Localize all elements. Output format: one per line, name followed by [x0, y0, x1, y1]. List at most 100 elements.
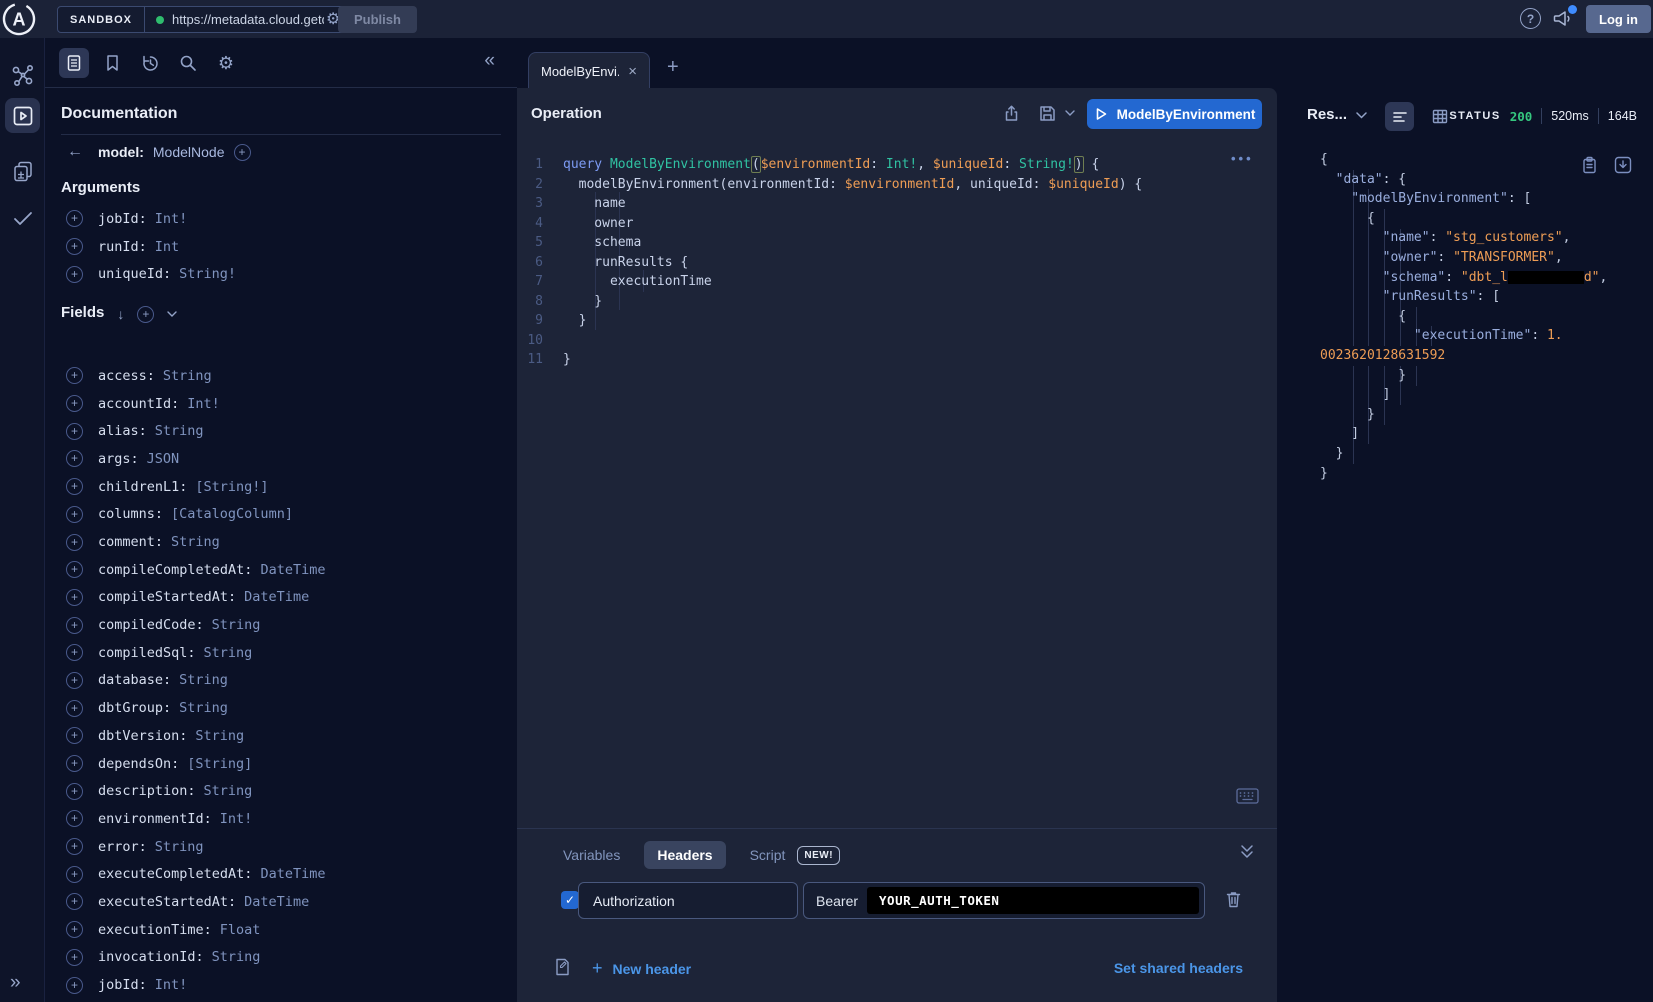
field-row[interactable]: childrenL1: [String!]	[61, 473, 501, 501]
add-field-icon[interactable]	[66, 644, 83, 661]
search-icon[interactable]	[173, 48, 203, 78]
field-row[interactable]: compiledCode: String	[61, 611, 501, 639]
schema-graph-icon[interactable]	[5, 58, 40, 93]
documentation-tab-icon[interactable]	[59, 48, 89, 78]
auth-token-value[interactable]: YOUR_AUTH_TOKEN	[867, 887, 1199, 914]
close-tab-icon[interactable]	[628, 63, 637, 80]
add-field-icon[interactable]	[66, 589, 83, 606]
announcements-megaphone-icon[interactable]	[1551, 8, 1575, 30]
tab-headers[interactable]: Headers	[644, 841, 725, 869]
add-all-fields-icon[interactable]	[137, 306, 154, 323]
field-row[interactable]: description: String	[61, 777, 501, 805]
login-button[interactable]: Log in	[1586, 5, 1651, 33]
field-row[interactable]: compileCompletedAt: DateTime	[61, 556, 501, 584]
add-field-icon[interactable]	[66, 506, 83, 523]
field-row[interactable]: invocationId: String	[61, 944, 501, 972]
add-argument-icon[interactable]	[66, 266, 83, 283]
field-row[interactable]: executeStartedAt: DateTime	[61, 888, 501, 916]
add-field-icon[interactable]	[66, 423, 83, 440]
collapse-bottom-panel-icon[interactable]	[1240, 844, 1254, 860]
back-arrow-icon[interactable]	[61, 143, 89, 161]
add-argument-icon[interactable]	[66, 210, 83, 227]
tab-script[interactable]: Script	[750, 847, 786, 863]
history-icon[interactable]	[135, 48, 165, 78]
header-key-input[interactable]	[578, 882, 798, 919]
operation-tab[interactable]: ModelByEnvi...	[528, 52, 650, 89]
field-row[interactable]: database: String	[61, 667, 501, 695]
add-field-icon[interactable]	[66, 450, 83, 467]
explorer-play-icon[interactable]	[5, 98, 40, 133]
response-title[interactable]: Res...	[1307, 106, 1347, 123]
field-row[interactable]: jobId: Int!	[61, 971, 501, 999]
add-field-icon[interactable]	[66, 810, 83, 827]
add-type-icon[interactable]	[234, 144, 251, 161]
add-field-icon[interactable]	[66, 893, 83, 910]
share-icon[interactable]	[1002, 104, 1021, 123]
field-row[interactable]: comment: String	[61, 528, 501, 556]
collapse-docs-icon[interactable]	[484, 50, 495, 72]
new-header-button[interactable]: New header	[592, 958, 691, 979]
endpoint-bar[interactable]: SANDBOX https://metadata.cloud.getd	[57, 6, 349, 33]
raw-view-toggle-icon[interactable]	[1385, 102, 1414, 131]
add-field-icon[interactable]	[66, 949, 83, 966]
argument-row[interactable]: runId: Int	[61, 233, 501, 261]
field-row[interactable]: accountId: Int!	[61, 390, 501, 418]
expand-rail-icon[interactable]	[10, 972, 21, 994]
help-icon[interactable]	[1520, 8, 1541, 29]
header-value-field[interactable]: Bearer YOUR_AUTH_TOKEN	[803, 882, 1205, 919]
add-field-icon[interactable]	[66, 700, 83, 717]
field-row[interactable]: error: String	[61, 833, 501, 861]
sort-descending-icon[interactable]	[117, 306, 124, 322]
add-field-icon[interactable]	[66, 534, 83, 551]
settings-gear-icon[interactable]: ⚙	[211, 48, 241, 78]
add-field-icon[interactable]	[66, 561, 83, 578]
argument-row[interactable]: jobId: Int!	[61, 205, 501, 233]
save-icon[interactable]	[1038, 104, 1057, 123]
field-row[interactable]: access: String	[61, 362, 501, 390]
field-row[interactable]: compileStartedAt: DateTime	[61, 584, 501, 612]
add-field-icon[interactable]	[66, 672, 83, 689]
add-field-icon[interactable]	[66, 783, 83, 800]
field-row[interactable]: dbtGroup: String	[61, 694, 501, 722]
new-tab-icon[interactable]	[667, 56, 679, 79]
changelog-pages-icon[interactable]	[5, 153, 40, 188]
field-row[interactable]: dbtVersion: String	[61, 722, 501, 750]
field-row[interactable]: args: JSON	[61, 445, 501, 473]
code-editor[interactable]: 1query ModelByEnvironment($environmentId…	[517, 155, 1257, 370]
keyboard-shortcuts-icon[interactable]	[1236, 788, 1259, 804]
add-field-icon[interactable]	[66, 755, 83, 772]
edit-headers-as-text-icon[interactable]	[553, 957, 573, 977]
field-row[interactable]: dependsOn: [String]	[61, 750, 501, 778]
field-row[interactable]: columns: [CatalogColumn]	[61, 501, 501, 529]
add-field-icon[interactable]	[66, 727, 83, 744]
tab-variables[interactable]: Variables	[563, 847, 620, 863]
header-enabled-checkbox[interactable]	[561, 891, 579, 909]
add-field-icon[interactable]	[66, 478, 83, 495]
add-argument-icon[interactable]	[66, 238, 83, 255]
field-row[interactable]: executionTime: Float	[61, 916, 501, 944]
checks-icon[interactable]	[5, 200, 40, 235]
apollo-logo-icon[interactable]: A	[2, 2, 36, 36]
field-row[interactable]: executeCompletedAt: DateTime	[61, 860, 501, 888]
add-field-icon[interactable]	[66, 866, 83, 883]
add-field-icon[interactable]	[66, 921, 83, 938]
field-row[interactable]: alias: String	[61, 417, 501, 445]
add-field-icon[interactable]	[66, 395, 83, 412]
response-chevron-icon[interactable]	[1356, 112, 1367, 119]
run-operation-button[interactable]: ModelByEnvironment	[1087, 99, 1262, 129]
publish-button[interactable]: Publish	[338, 6, 417, 33]
save-chevron-icon[interactable]	[1065, 110, 1075, 116]
breadcrumb-type[interactable]: ModelNode	[153, 144, 225, 160]
add-field-icon[interactable]	[66, 838, 83, 855]
set-shared-headers-link[interactable]: Set shared headers	[1114, 960, 1243, 976]
chevron-down-icon[interactable]	[167, 311, 177, 317]
delete-header-trash-icon[interactable]	[1225, 890, 1242, 908]
field-row[interactable]: compiledSql: String	[61, 639, 501, 667]
add-field-icon[interactable]	[66, 617, 83, 634]
endpoint-url[interactable]: https://metadata.cloud.getd	[172, 12, 324, 27]
saved-operations-bookmark-icon[interactable]	[97, 48, 127, 78]
field-row[interactable]: environmentId: Int!	[61, 805, 501, 833]
argument-row[interactable]: uniqueId: String!	[61, 260, 501, 288]
add-field-icon[interactable]	[66, 367, 83, 384]
add-field-icon[interactable]	[66, 977, 83, 994]
